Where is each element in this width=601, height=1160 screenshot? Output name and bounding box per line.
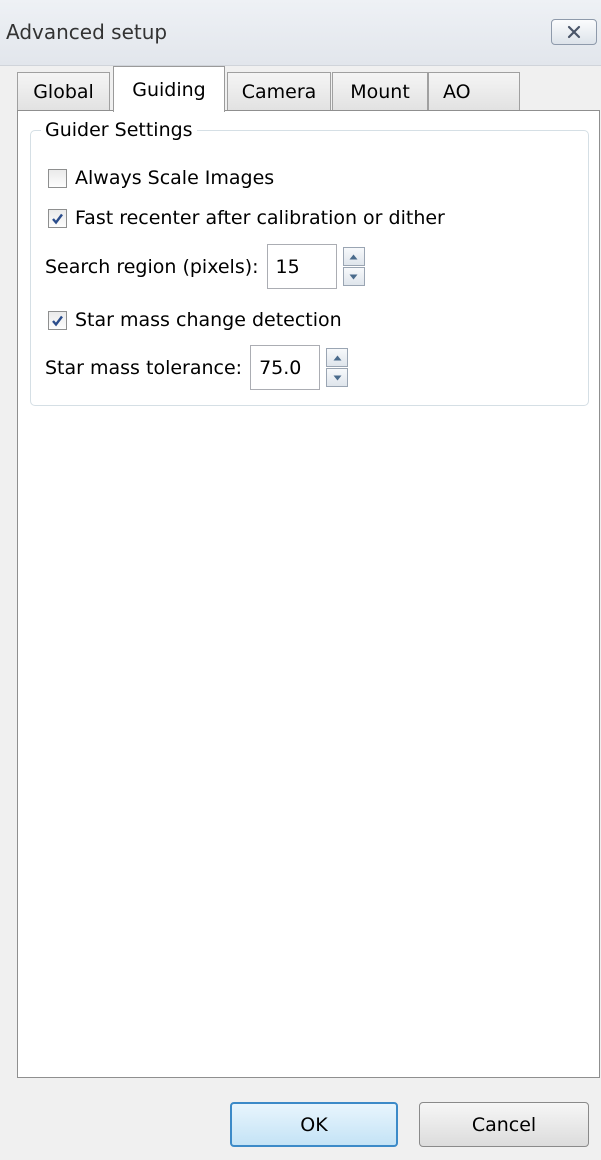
star-mass-detection-row[interactable]: Star mass change detection [48,309,342,331]
star-mass-tolerance-spin-buttons [326,348,349,387]
tab-mount[interactable]: Mount [332,72,428,110]
tab-panel-guiding: Guider Settings Always Scale Images Fast… [17,110,600,1078]
tab-guiding-label: Guiding [132,78,206,101]
search-region-spinner[interactable]: 15 [266,244,365,289]
check-icon [52,315,63,326]
star-mass-tolerance-input[interactable]: 75.0 [250,345,321,390]
star-mass-detection-checkbox[interactable] [48,310,67,330]
window-title: Advanced setup [6,20,168,44]
always-scale-images-checkbox[interactable] [48,168,67,188]
search-region-down-button[interactable] [342,267,365,286]
fast-recenter-label: Fast recenter after calibration or dithe… [75,207,445,229]
tab-guiding[interactable]: Guiding [113,66,225,112]
tab-global-label: Global [33,80,94,103]
search-region-value: 15 [275,255,300,278]
close-button[interactable] [551,19,597,45]
tab-ao[interactable]: AO [428,72,520,110]
star-mass-tolerance-spinner[interactable]: 75.0 [250,345,349,390]
arrow-down-icon [349,274,358,279]
cancel-button[interactable]: Cancel [419,1102,589,1147]
star-mass-tolerance-down-button[interactable] [326,368,349,387]
star-mass-tolerance-label: Star mass tolerance: [45,356,243,379]
arrow-up-icon [333,355,342,360]
tab-camera[interactable]: Camera [227,72,331,110]
star-mass-tolerance-value: 75.0 [259,356,302,379]
ok-button-label: OK [300,1113,328,1136]
fast-recenter-row[interactable]: Fast recenter after calibration or dithe… [48,207,445,229]
always-scale-images-label: Always Scale Images [75,167,275,189]
search-region-input[interactable]: 15 [266,244,337,289]
check-icon [52,213,63,224]
star-mass-detection-label: Star mass change detection [75,309,342,331]
cancel-button-label: Cancel [471,1113,537,1136]
close-icon [567,25,581,39]
search-region-up-button[interactable] [342,247,365,266]
always-scale-images-row[interactable]: Always Scale Images [48,167,274,189]
search-region-label: Search region (pixels): [45,255,259,278]
ok-button[interactable]: OK [230,1102,398,1147]
search-region-row: Search region (pixels): 15 [45,244,365,289]
tab-global[interactable]: Global [17,72,110,110]
star-mass-tolerance-row: Star mass tolerance: 75.0 [45,345,349,390]
guider-settings-group: Guider Settings Always Scale Images Fast… [30,119,589,406]
tab-camera-label: Camera [241,80,317,103]
arrow-up-icon [349,254,358,259]
fast-recenter-checkbox[interactable] [48,208,67,228]
arrow-down-icon [333,375,342,380]
group-title: Guider Settings [41,119,197,141]
title-bar: Advanced setup [0,0,601,66]
tab-ao-label: AO [443,80,471,103]
tab-mount-label: Mount [350,80,410,103]
star-mass-tolerance-up-button[interactable] [326,348,349,367]
search-region-spin-buttons [342,247,365,286]
